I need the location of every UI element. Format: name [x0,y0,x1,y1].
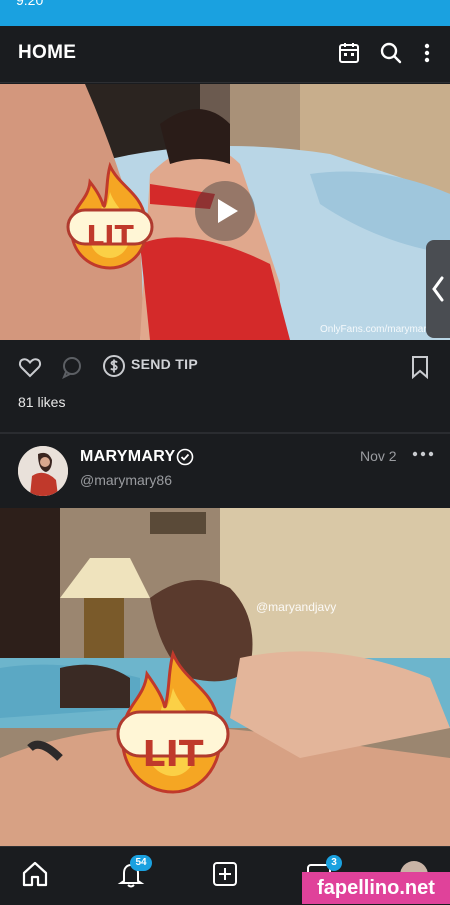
post-video[interactable]: LIT OnlyFans.com/marymary [0,84,450,340]
more-horizontal-icon[interactable] [412,450,434,458]
comment-icon[interactable] [60,355,84,379]
video-watermark: OnlyFans.com/marymary [320,324,432,335]
author-handle[interactable]: @marymary86 [80,472,172,488]
avatar[interactable] [18,446,68,496]
verified-icon [176,448,194,466]
lit-sticker-label: LIT [142,734,204,775]
post-actions: SEND TIP 81 likes [0,340,450,434]
side-panel-handle[interactable] [426,240,450,338]
status-time: 9:20 [16,0,44,8]
play-button[interactable] [194,180,256,242]
author-name[interactable]: MARYMARY [80,448,175,466]
lit-fire-sticker [66,162,154,270]
plus-square-icon[interactable] [210,859,240,889]
lit-fire-sticker [116,649,230,794]
search-icon[interactable] [378,40,404,66]
chevron-left-icon [432,276,444,302]
more-vertical-icon[interactable] [414,40,440,66]
video-watermark: @maryandjavy [256,600,337,614]
calendar-icon[interactable] [336,40,362,66]
top-app-bar: HOME [0,26,450,83]
send-tip-button[interactable]: SEND TIP [131,356,198,372]
dollar-icon[interactable] [102,354,126,378]
status-bar: 9:20 [0,0,450,26]
post-header: MARYMARY @marymary86 Nov 2 [0,434,450,508]
page-title: HOME [18,42,77,63]
site-watermark: fapellino.net [302,872,450,904]
home-icon[interactable] [20,859,50,889]
bookmark-icon[interactable] [410,355,430,379]
notifications-badge: 54 [130,855,152,871]
post-date: Nov 2 [360,448,397,464]
messages-badge: 3 [326,855,342,871]
likes-count: 81 likes [18,394,66,410]
post-video[interactable]: LIT @maryandjavy [0,508,450,846]
lit-sticker-label: LIT [86,219,134,252]
heart-icon[interactable] [18,355,42,379]
